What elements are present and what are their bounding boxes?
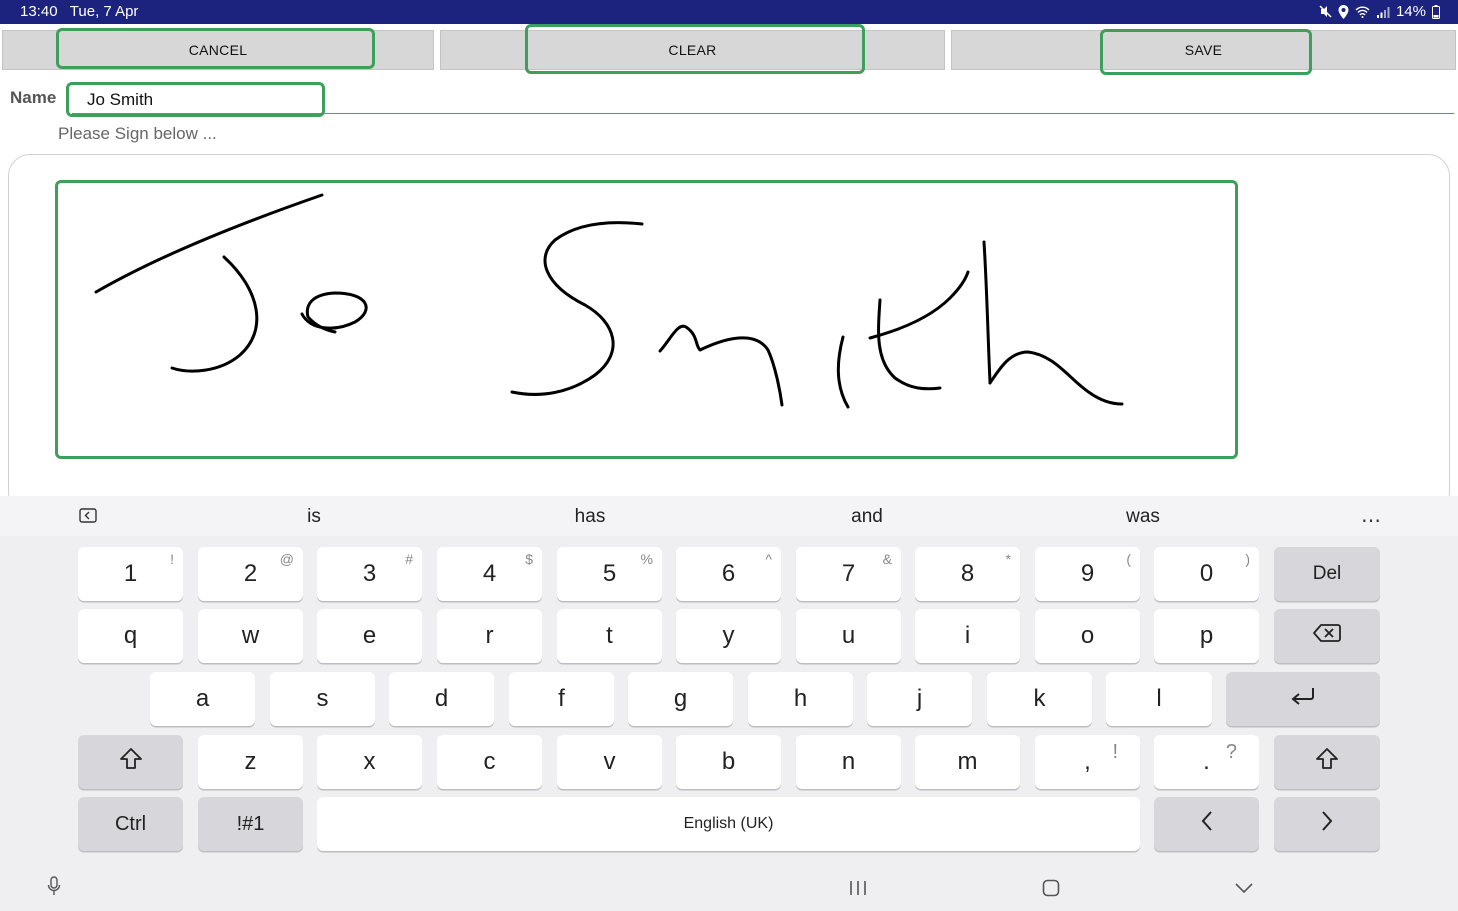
key-r[interactable]: r	[437, 609, 542, 663]
home-icon[interactable]	[1042, 879, 1060, 902]
suggestion-item[interactable]: and	[851, 506, 883, 528]
key-m[interactable]: m	[915, 735, 1020, 789]
delete-key[interactable]: Del	[1274, 547, 1380, 601]
key-y[interactable]: y	[676, 609, 781, 663]
key-comma[interactable]: ,!	[1035, 735, 1140, 789]
enter-key[interactable]	[1226, 672, 1380, 726]
microphone-icon[interactable]	[47, 876, 61, 901]
key-k[interactable]: k	[987, 672, 1092, 726]
key-3[interactable]: 3 #	[317, 547, 422, 601]
key-l[interactable]: l	[1106, 672, 1212, 726]
key-x[interactable]: x	[317, 735, 422, 789]
cursor-left-key[interactable]	[1154, 797, 1259, 851]
key-p[interactable]: p	[1154, 609, 1259, 663]
cursor-right-key[interactable]	[1274, 797, 1380, 851]
key-6[interactable]: 6 ^	[676, 547, 781, 601]
suggestion-bar	[0, 496, 1458, 536]
shift-icon	[119, 747, 143, 778]
recent-apps-icon[interactable]	[849, 880, 867, 901]
key-e[interactable]: e	[317, 609, 422, 663]
key-q[interactable]: q	[78, 609, 183, 663]
key-n[interactable]: n	[796, 735, 901, 789]
key-a[interactable]: a	[150, 672, 255, 726]
key-f[interactable]: f	[509, 672, 614, 726]
suggestion-item[interactable]: was	[1126, 506, 1160, 528]
chevron-left-icon	[1200, 810, 1214, 839]
signature-drawing	[94, 193, 1124, 409]
key-z[interactable]: z	[198, 735, 303, 789]
key-period[interactable]: .?	[1154, 735, 1259, 789]
ctrl-key[interactable]: Ctrl	[78, 797, 183, 851]
key-i[interactable]: i	[915, 609, 1020, 663]
keyboard-collapse-icon[interactable]	[79, 508, 97, 528]
key-s[interactable]: s	[270, 672, 375, 726]
key-4[interactable]: 4 $	[437, 547, 542, 601]
key-9[interactable]: 9(	[1035, 547, 1140, 601]
key-t[interactable]: t	[557, 609, 662, 663]
key-j[interactable]: j	[867, 672, 972, 726]
shift-key-left[interactable]	[78, 735, 183, 789]
space-key[interactable]: English (UK)	[317, 797, 1140, 851]
key-0[interactable]: 0)	[1154, 547, 1259, 601]
enter-icon	[1289, 685, 1317, 714]
suggestion-item[interactable]: is	[307, 506, 321, 528]
key-8[interactable]: 8 *	[915, 547, 1020, 601]
chevron-right-icon	[1320, 810, 1334, 839]
backspace-key[interactable]	[1274, 609, 1380, 663]
key-v[interactable]: v	[557, 735, 662, 789]
hide-keyboard-icon[interactable]	[1235, 881, 1253, 899]
key-7[interactable]: 7 &	[796, 547, 901, 601]
key-u[interactable]: u	[796, 609, 901, 663]
key-w[interactable]: w	[198, 609, 303, 663]
key-d[interactable]: d	[389, 672, 494, 726]
key-b[interactable]: b	[676, 735, 781, 789]
key-1[interactable]: 1!	[78, 547, 183, 601]
suggestion-item[interactable]: has	[575, 506, 606, 528]
key-g[interactable]: g	[628, 672, 733, 726]
key-2[interactable]: 2 @	[198, 547, 303, 601]
more-options-icon[interactable]: ⋯	[1361, 508, 1381, 533]
shift-key-right[interactable]	[1274, 735, 1380, 789]
backspace-icon	[1313, 622, 1341, 650]
key-h[interactable]: h	[748, 672, 853, 726]
key-5[interactable]: 5%	[557, 547, 662, 601]
key-o[interactable]: o	[1035, 609, 1140, 663]
key-c[interactable]: c	[437, 735, 542, 789]
symbols-key[interactable]: !#1	[198, 797, 303, 851]
shift-icon	[1315, 747, 1339, 778]
